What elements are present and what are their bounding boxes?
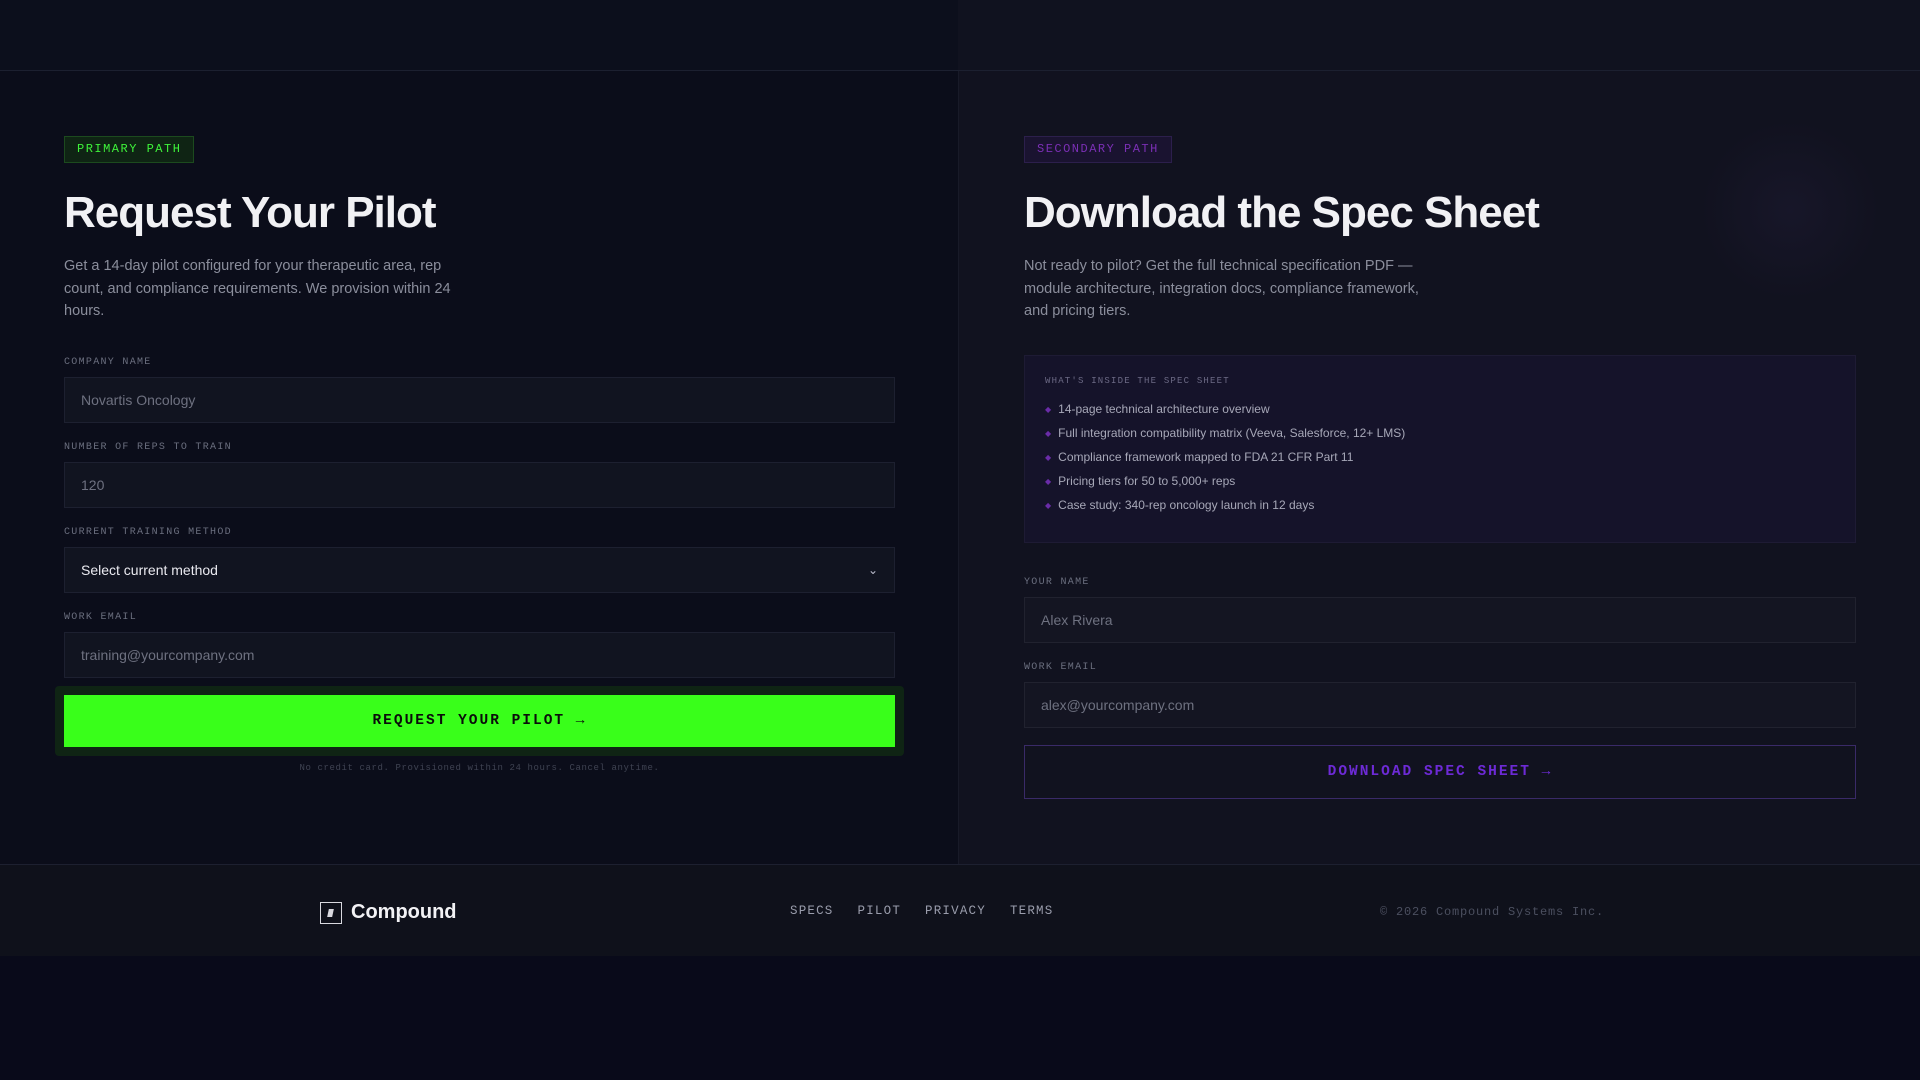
list-item: ◆ Compliance framework mapped to FDA 21 C… (1045, 450, 1354, 464)
work-email-label: WORK EMAIL (64, 612, 138, 623)
footer-logo[interactable]: Compound (320, 901, 457, 924)
training-method-select[interactable]: Select current method ⌄ (64, 547, 895, 593)
copyright: © 2026 Compound Systems Inc. (1380, 905, 1605, 919)
spec-sheet-contents-title: WHAT'S INSIDE THE SPEC SHEET (1045, 376, 1230, 386)
compound-logo-icon (320, 901, 342, 924)
list-item: ◆ 14-page technical architecture overview (1045, 402, 1270, 416)
footer-link-pilot[interactable]: PILOT (858, 904, 902, 918)
footer-link-terms[interactable]: TERMS (1010, 904, 1054, 918)
company-name-input[interactable]: Novartis Oncology (64, 377, 895, 423)
company-name-label: COMPANY NAME (64, 357, 152, 368)
training-method-label: CURRENT TRAINING METHOD (64, 527, 232, 538)
work-email-input[interactable]: training@yourcompany.com (64, 632, 895, 678)
spec-sheet-contents: WHAT'S INSIDE THE SPEC SHEET ◆ 14-page te… (1024, 355, 1856, 543)
primary-description: Get a 14-day pilot configured for your t… (64, 258, 451, 319)
primary-path-badge: PRIMARY PATH (64, 136, 195, 163)
secondary-title: Download the Spec Sheet (1024, 188, 1540, 237)
secondary-description: Not ready to pilot? Get the full technic… (1024, 258, 1419, 319)
footer: Compound SPECS PILOT PRIVACY TERMS © 202… (0, 864, 1920, 956)
request-pilot-button[interactable]: REQUEST YOUR PILOT → (64, 695, 895, 747)
footer-link-specs[interactable]: SPECS (790, 904, 834, 918)
diamond-bullet-icon: ◆ (1045, 453, 1052, 463)
diamond-bullet-icon: ◆ (1045, 477, 1052, 487)
decorative-glow (1700, 120, 1880, 300)
diamond-bullet-icon: ◆ (1045, 501, 1052, 511)
list-item: ◆ Pricing tiers for 50 to 5,000+ reps (1045, 474, 1236, 488)
primary-title: Request Your Pilot (64, 188, 437, 237)
spec-email-input[interactable]: alex@yourcompany.com (1024, 682, 1856, 728)
diamond-bullet-icon: ◆ (1045, 429, 1052, 439)
brand-name: Compound (351, 901, 457, 923)
diamond-bullet-icon: ◆ (1045, 405, 1052, 415)
secondary-path-badge: SECONDARY PATH (1024, 136, 1172, 163)
chevron-down-icon: ⌄ (867, 563, 878, 577)
reps-count-input[interactable]: 120 (64, 462, 895, 508)
your-name-input[interactable]: Alex Rivera (1024, 597, 1856, 643)
download-spec-sheet-button[interactable]: DOWNLOAD SPEC SHEET → (1024, 745, 1856, 799)
your-name-label: YOUR NAME (1024, 577, 1090, 588)
page: PRIMARY PATH Request Your Pilot Get a 14… (0, 0, 1920, 1080)
footer-nav: SPECS PILOT PRIVACY TERMS (790, 904, 1053, 918)
footer-link-privacy[interactable]: PRIVACY (925, 904, 986, 918)
list-item: ◆ Case study: 340-rep oncology launch in … (1045, 498, 1315, 512)
top-strip-right (958, 0, 1920, 70)
pilot-fine-print: No credit card. Provisioned within 24 ho… (299, 763, 660, 773)
spec-sheet-list: ◆ 14-page technical architecture overview… (1045, 402, 1405, 522)
list-item: ◆ Full integration compatibility matrix (… (1045, 426, 1406, 440)
spec-email-label: WORK EMAIL (1024, 662, 1098, 673)
training-method-value: Select current method (81, 562, 218, 578)
top-strip-left (0, 0, 958, 70)
reps-count-label: NUMBER OF REPS TO TRAIN (64, 442, 232, 453)
